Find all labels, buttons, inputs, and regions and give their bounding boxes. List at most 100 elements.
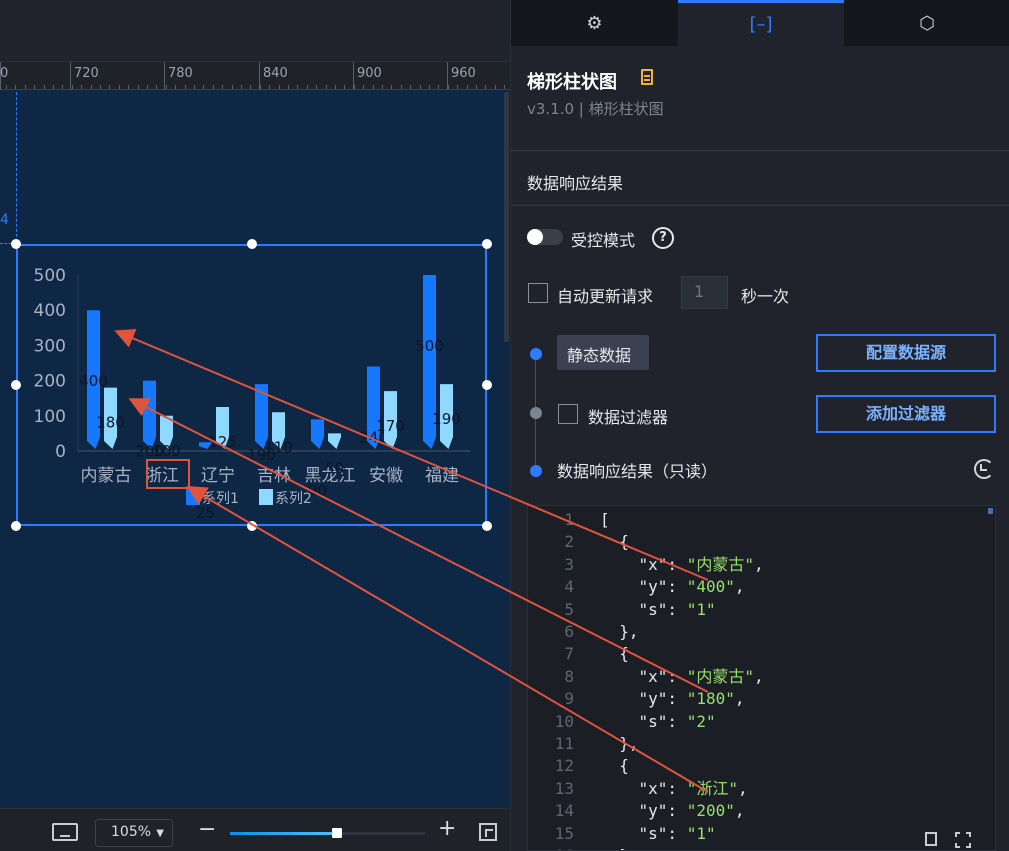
line-number: 2 <box>564 532 574 552</box>
ruler-tick-label: 720 <box>74 66 99 81</box>
tab-interaction[interactable]: ⬡ <box>844 0 1009 46</box>
copy-icon[interactable] <box>925 832 937 846</box>
divider <box>511 205 1009 206</box>
filter-checkbox[interactable] <box>558 404 578 424</box>
expand-icon[interactable] <box>955 832 971 848</box>
ruler-minor-tick <box>91 85 92 89</box>
code-token: "y": <box>600 801 687 821</box>
ruler-minor-tick <box>476 85 477 89</box>
resize-handle-tr[interactable] <box>482 239 492 249</box>
canvas-toolbar <box>0 0 510 62</box>
zoom-select[interactable]: 105% ▼ <box>95 819 173 847</box>
static-data-tag[interactable]: 静态数据 <box>557 335 649 370</box>
code-text: }, <box>600 621 639 643</box>
ruler-minor-tick <box>34 85 35 89</box>
resize-handle-tl[interactable] <box>11 239 21 249</box>
code-text: "y": "200", <box>600 800 745 822</box>
code-text: } <box>600 845 629 850</box>
code-token: , <box>753 666 764 686</box>
ruler-minor-tick <box>109 85 110 89</box>
ruler-minor-tick <box>457 85 458 89</box>
code-string: "180" <box>686 689 735 709</box>
tab-data[interactable]: [–] <box>678 0 844 46</box>
vertical-scrollbar[interactable] <box>504 92 509 342</box>
ruler-minor-tick <box>53 85 54 89</box>
refresh-icon[interactable] <box>974 459 994 479</box>
guide-line-vertical <box>16 92 17 242</box>
ruler-minor-tick <box>467 85 468 89</box>
ruler-minor-tick <box>326 85 327 89</box>
canvas-bottom-bar: 105% ▼ − + <box>0 808 510 851</box>
code-line: 8 "x": "内蒙古", <box>528 666 995 688</box>
code-line: 12 { <box>528 755 995 777</box>
resize-handle-bl[interactable] <box>11 521 21 531</box>
ruler-minor-tick <box>222 85 223 89</box>
ruler-minor-tick <box>203 85 204 89</box>
zoom-in-icon[interactable]: + <box>438 816 456 841</box>
selection-box[interactable] <box>16 244 487 526</box>
ruler-minor-tick <box>401 85 402 89</box>
chevron-down-icon: ▼ <box>156 828 164 839</box>
ruler-minor-tick <box>250 85 251 89</box>
code-text: "y": "180", <box>600 688 745 710</box>
code-token: { <box>600 756 629 776</box>
zoom-slider-thumb[interactable] <box>332 828 343 838</box>
config-panel: ⚙ [–] ⬡ 梯形柱状图 v3.1.0 | 梯形柱状图 数据响应结果 受控模式… <box>510 0 1009 851</box>
zoom-out-icon[interactable]: − <box>198 817 216 842</box>
ruler-minor-tick <box>81 85 82 89</box>
panel-tabs: ⚙ [–] ⬡ <box>511 0 1009 46</box>
flow-dot-filter <box>530 407 542 419</box>
ruler-tick-label: 960 <box>451 66 476 81</box>
code-token: }, <box>600 622 639 641</box>
code-text: "x": "内蒙古", <box>600 554 764 576</box>
ruler-minor-tick <box>429 85 430 89</box>
resize-handle-r[interactable] <box>482 380 492 390</box>
line-number: 16 <box>528 845 574 850</box>
filter-label: 数据过滤器 <box>588 408 669 427</box>
keyboard-icon[interactable] <box>52 823 78 841</box>
document-icon[interactable] <box>641 69 653 85</box>
code-token: , <box>753 554 764 574</box>
help-icon[interactable]: ? <box>652 227 674 249</box>
tab-settings[interactable]: ⚙ <box>511 0 678 46</box>
resize-handle-t[interactable] <box>247 239 257 249</box>
code-token: { <box>600 644 629 664</box>
response-code-editor[interactable]: 1[2 {3 "x": "内蒙古", 4 "y": "400", 5 "s": "1… <box>527 505 996 851</box>
line-number: 13 <box>554 778 574 798</box>
line-number: 4 <box>564 577 574 597</box>
guide-coordinate: 4 <box>0 212 9 228</box>
line-number: 15 <box>554 823 574 843</box>
resize-handle-br[interactable] <box>482 521 492 531</box>
canvas-area[interactable]: 0 720 780 840 900 960 4 0 100 200 300 400 500 内蒙古 40… <box>0 0 510 851</box>
ruler-minor-tick <box>391 85 392 89</box>
add-filter-button[interactable]: 添加过滤器 <box>816 395 996 433</box>
config-datasource-button[interactable]: 配置数据源 <box>816 334 996 372</box>
code-string: "200" <box>686 801 735 821</box>
code-text: { <box>600 531 629 553</box>
section-title: 数据响应结果 <box>527 174 624 193</box>
ruler-minor-tick <box>316 85 317 89</box>
ruler-minor-tick <box>119 85 120 89</box>
ruler-minor-tick <box>485 85 486 89</box>
code-line: 10 "s": "2" <box>528 711 995 733</box>
auto-update-checkbox[interactable] <box>528 283 548 303</box>
code-line: 6 }, <box>528 621 995 643</box>
ruler-minor-tick <box>410 85 411 89</box>
resize-handle-b[interactable] <box>247 521 257 531</box>
code-line: 4 "y": "400", <box>528 576 995 598</box>
ruler-tick-label: 780 <box>168 66 193 81</box>
controlled-mode-label: 受控模式 <box>571 231 636 250</box>
code-line: 14 "y": "200", <box>528 800 995 822</box>
ruler-minor-tick <box>147 85 148 89</box>
controlled-mode-toggle[interactable] <box>527 229 563 245</box>
zoom-slider[interactable] <box>230 828 425 838</box>
ruler-minor-tick <box>213 85 214 89</box>
auto-update-interval-input[interactable]: 1 <box>681 276 728 309</box>
resize-handle-l[interactable] <box>11 380 21 390</box>
line-number: 10 <box>554 711 574 731</box>
fit-screen-icon[interactable] <box>479 823 497 841</box>
code-string: "1" <box>686 823 716 843</box>
zoom-slider-fill <box>230 832 338 835</box>
line-number: 1 <box>564 510 574 529</box>
ruler-minor-tick <box>448 85 449 89</box>
